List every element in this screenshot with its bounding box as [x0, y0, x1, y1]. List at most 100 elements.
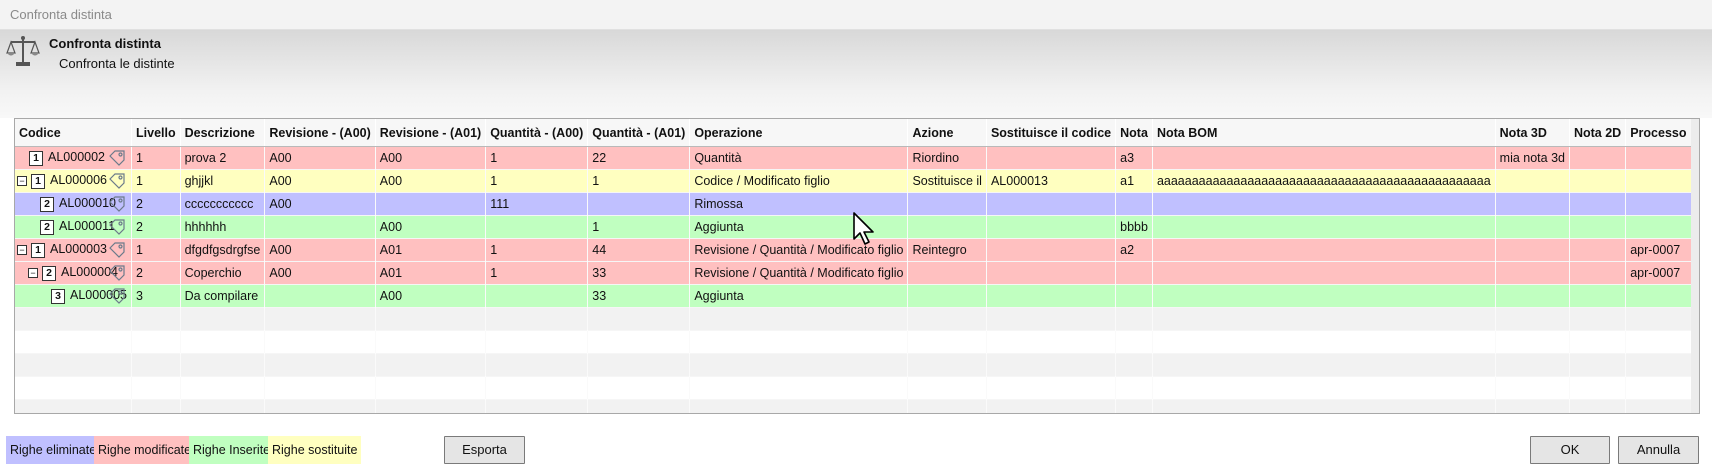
cell-nota-bom[interactable]	[1152, 261, 1496, 285]
column-header[interactable]: Descrizione	[180, 119, 266, 147]
cell-rev-a00[interactable]: A00	[264, 146, 376, 170]
cell-nota-2d[interactable]	[1569, 146, 1627, 170]
cell-qta-a00[interactable]: 1	[485, 169, 589, 193]
cell-nota-2d[interactable]	[1569, 192, 1627, 216]
cell-nota-bom[interactable]: aaaaaaaaaaaaaaaaaaaaaaaaaaaaaaaaaaaaaaaa…	[1152, 169, 1496, 193]
cell-nota-3d[interactable]	[1495, 192, 1570, 216]
cell-qta-a01[interactable]	[587, 192, 691, 216]
cell-operazione[interactable]: Revisione / Quantità / Modificato figlio	[689, 261, 909, 285]
cell-sostituisce[interactable]	[986, 284, 1117, 308]
cell-sostituisce[interactable]: AL000013	[986, 169, 1117, 193]
cell-nota-bom[interactable]	[1152, 146, 1496, 170]
cell-nota-3d[interactable]	[1495, 284, 1570, 308]
collapse-toggle-icon[interactable]: −	[28, 268, 38, 279]
cell-qta-a01[interactable]: 44	[587, 238, 691, 262]
tag-icon[interactable]	[109, 288, 125, 304]
cell-nota-bom[interactable]	[1152, 238, 1496, 262]
tag-icon[interactable]	[109, 173, 125, 189]
cell-azione[interactable]: Sostituisce il	[907, 169, 987, 193]
tag-icon[interactable]	[109, 265, 125, 281]
cell-descrizione[interactable]: Da compilare	[180, 284, 266, 308]
cell-qta-a01[interactable]: 1	[587, 215, 691, 239]
cell-qta-a00[interactable]: 1	[485, 261, 589, 285]
cell-nota[interactable]: a2	[1115, 238, 1153, 262]
cell-operazione[interactable]: Codice / Modificato figlio	[689, 169, 909, 193]
column-header[interactable]: Sostituisce il codice	[986, 119, 1117, 147]
cell-processo[interactable]	[1625, 146, 1692, 170]
export-button[interactable]: Esporta	[444, 436, 525, 464]
cell-rev-a01[interactable]: A00	[375, 284, 487, 308]
cell-sostituisce[interactable]	[986, 192, 1117, 216]
ok-button[interactable]: OK	[1530, 436, 1610, 464]
cell-azione[interactable]	[907, 284, 987, 308]
cell-rev-a00[interactable]: A00	[264, 238, 376, 262]
cell-rev-a00[interactable]: A00	[264, 261, 376, 285]
cell-livello[interactable]: 1	[131, 169, 181, 193]
column-header[interactable]: Operazione	[689, 119, 909, 147]
cell-codice[interactable]: −2 AL000004	[15, 261, 133, 285]
cell-azione[interactable]: Riordino	[907, 146, 987, 170]
cell-qta-a01[interactable]: 1	[587, 169, 691, 193]
tag-icon[interactable]	[109, 219, 125, 235]
cell-nota-bom[interactable]	[1152, 284, 1496, 308]
cell-nota-3d[interactable]	[1495, 238, 1570, 262]
cell-azione[interactable]	[907, 192, 987, 216]
cell-nota-2d[interactable]	[1569, 238, 1627, 262]
cell-nota[interactable]: a3	[1115, 146, 1153, 170]
cell-rev-a00[interactable]	[264, 215, 376, 239]
cell-processo[interactable]	[1625, 192, 1692, 216]
cell-descrizione[interactable]: Coperchio	[180, 261, 266, 285]
column-header[interactable]: Processo	[1625, 119, 1692, 147]
cell-livello[interactable]: 2	[131, 261, 181, 285]
cell-livello[interactable]: 1	[131, 146, 181, 170]
cell-qta-a00[interactable]: 111	[485, 192, 589, 216]
cell-sostituisce[interactable]	[986, 215, 1117, 239]
cell-livello[interactable]: 3	[131, 284, 181, 308]
column-header[interactable]: Quantità - (A00)	[485, 119, 589, 147]
column-header[interactable]: Livello	[131, 119, 181, 147]
cell-processo[interactable]	[1625, 169, 1692, 193]
cell-qta-a00[interactable]: 1	[485, 146, 589, 170]
cell-codice[interactable]: 2 AL000010	[15, 192, 133, 216]
cell-processo[interactable]	[1625, 215, 1692, 239]
cell-processo[interactable]	[1625, 284, 1692, 308]
cell-descrizione[interactable]: prova 2	[180, 146, 266, 170]
cell-rev-a01[interactable]	[375, 192, 487, 216]
table-row[interactable]: 3 AL000005 3 Da compilare A00 33 Aggiunta	[15, 284, 1699, 308]
cell-livello[interactable]: 2	[131, 192, 181, 216]
cell-descrizione[interactable]: dfgdfgsdrgfse	[180, 238, 266, 262]
cell-qta-a00[interactable]	[485, 215, 589, 239]
cell-qta-a01[interactable]: 22	[587, 146, 691, 170]
cell-sostituisce[interactable]	[986, 238, 1117, 262]
column-header[interactable]: Quantità - (A01)	[587, 119, 691, 147]
cell-nota[interactable]	[1115, 192, 1153, 216]
cell-nota-3d[interactable]	[1495, 169, 1570, 193]
cell-nota[interactable]	[1115, 284, 1153, 308]
cell-rev-a01[interactable]: A00	[375, 215, 487, 239]
cell-nota[interactable]: bbbb	[1115, 215, 1153, 239]
cell-descrizione[interactable]: ghjjkl	[180, 169, 266, 193]
column-header[interactable]: Nota BOM	[1152, 119, 1496, 147]
cell-processo[interactable]: apr-0007	[1625, 238, 1692, 262]
collapse-toggle-icon[interactable]: −	[17, 245, 27, 256]
cell-qta-a01[interactable]: 33	[587, 261, 691, 285]
cell-livello[interactable]: 2	[131, 215, 181, 239]
cell-rev-a00[interactable]: A00	[264, 169, 376, 193]
tag-icon[interactable]	[109, 150, 125, 166]
cell-qta-a00[interactable]	[485, 284, 589, 308]
cell-rev-a01[interactable]: A01	[375, 238, 487, 262]
cell-codice[interactable]: 1 AL000002	[15, 146, 133, 170]
column-header[interactable]: Codice	[15, 119, 133, 147]
cell-nota-bom[interactable]	[1152, 192, 1496, 216]
cancel-button[interactable]: Annulla	[1618, 436, 1699, 464]
cell-nota[interactable]: a1	[1115, 169, 1153, 193]
cell-sostituisce[interactable]	[986, 261, 1117, 285]
cell-rev-a01[interactable]: A01	[375, 261, 487, 285]
comparison-grid[interactable]: Codice Livello Descrizione Revisione - (…	[14, 118, 1700, 414]
cell-operazione[interactable]: Quantità	[689, 146, 909, 170]
cell-operazione[interactable]: Aggiunta	[689, 284, 909, 308]
cell-sostituisce[interactable]	[986, 146, 1117, 170]
cell-nota-3d[interactable]: mia nota 3d	[1495, 146, 1570, 170]
column-header[interactable]: Revisione - (A01)	[375, 119, 487, 147]
column-header[interactable]: Nota 2D	[1569, 119, 1627, 147]
